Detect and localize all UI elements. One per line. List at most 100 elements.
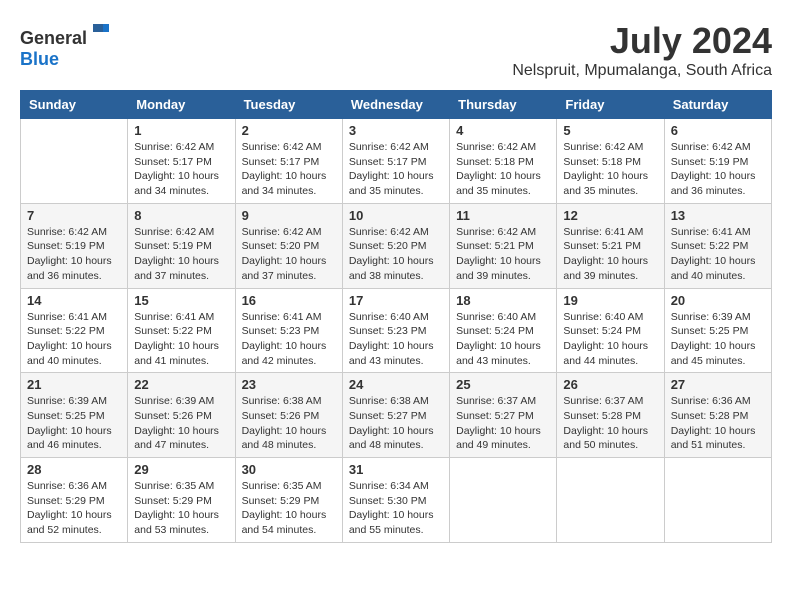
- day-number: 9: [242, 208, 336, 223]
- day-number: 10: [349, 208, 443, 223]
- day-number: 24: [349, 377, 443, 392]
- day-number: 29: [134, 462, 228, 477]
- day-number: 31: [349, 462, 443, 477]
- day-info: Sunrise: 6:36 AM Sunset: 5:29 PM Dayligh…: [27, 479, 121, 538]
- week-row-5: 28 Sunrise: 6:36 AM Sunset: 5:29 PM Dayli…: [21, 458, 772, 543]
- day-info: Sunrise: 6:39 AM Sunset: 5:26 PM Dayligh…: [134, 394, 228, 453]
- calendar-table: SundayMondayTuesdayWednesdayThursdayFrid…: [20, 90, 772, 543]
- day-info: Sunrise: 6:38 AM Sunset: 5:26 PM Dayligh…: [242, 394, 336, 453]
- day-info: Sunrise: 6:41 AM Sunset: 5:21 PM Dayligh…: [563, 225, 657, 284]
- weekday-header-wednesday: Wednesday: [342, 91, 449, 119]
- day-number: 27: [671, 377, 765, 392]
- title-area: July 2024 Nelspruit, Mpumalanga, South A…: [512, 20, 772, 80]
- logo-blue: Blue: [20, 49, 59, 69]
- weekday-header-saturday: Saturday: [664, 91, 771, 119]
- weekday-header-sunday: Sunday: [21, 91, 128, 119]
- week-row-3: 14 Sunrise: 6:41 AM Sunset: 5:22 PM Dayli…: [21, 288, 772, 373]
- weekday-header-friday: Friday: [557, 91, 664, 119]
- day-info: Sunrise: 6:42 AM Sunset: 5:20 PM Dayligh…: [242, 225, 336, 284]
- logo-text: General Blue: [20, 20, 113, 70]
- day-number: 22: [134, 377, 228, 392]
- calendar-cell: 7 Sunrise: 6:42 AM Sunset: 5:19 PM Daylig…: [21, 203, 128, 288]
- day-number: 4: [456, 123, 550, 138]
- calendar-cell: 2Sunrise: 6:42 AM Sunset: 5:17 PM Daylig…: [235, 119, 342, 204]
- day-number: 28: [27, 462, 121, 477]
- calendar-cell: 12Sunrise: 6:41 AM Sunset: 5:21 PM Dayli…: [557, 203, 664, 288]
- calendar-cell: 8Sunrise: 6:42 AM Sunset: 5:19 PM Daylig…: [128, 203, 235, 288]
- day-number: 16: [242, 293, 336, 308]
- day-info: Sunrise: 6:34 AM Sunset: 5:30 PM Dayligh…: [349, 479, 443, 538]
- calendar-cell: [21, 119, 128, 204]
- day-info: Sunrise: 6:42 AM Sunset: 5:19 PM Dayligh…: [671, 140, 765, 199]
- calendar-cell: 9 Sunrise: 6:42 AM Sunset: 5:20 PM Daylig…: [235, 203, 342, 288]
- calendar-cell: 17Sunrise: 6:40 AM Sunset: 5:23 PM Dayli…: [342, 288, 449, 373]
- weekday-header-tuesday: Tuesday: [235, 91, 342, 119]
- day-number: 5: [563, 123, 657, 138]
- calendar-cell: 30Sunrise: 6:35 AM Sunset: 5:29 PM Dayli…: [235, 458, 342, 543]
- day-info: Sunrise: 6:35 AM Sunset: 5:29 PM Dayligh…: [242, 479, 336, 538]
- day-info: Sunrise: 6:40 AM Sunset: 5:24 PM Dayligh…: [456, 310, 550, 369]
- day-number: 19: [563, 293, 657, 308]
- day-number: 7: [27, 208, 121, 223]
- day-number: 11: [456, 208, 550, 223]
- day-number: 6: [671, 123, 765, 138]
- day-info: Sunrise: 6:39 AM Sunset: 5:25 PM Dayligh…: [671, 310, 765, 369]
- day-number: 13: [671, 208, 765, 223]
- day-info: Sunrise: 6:42 AM Sunset: 5:21 PM Dayligh…: [456, 225, 550, 284]
- day-number: 20: [671, 293, 765, 308]
- logo-flag-icon: [89, 20, 113, 44]
- day-number: 3: [349, 123, 443, 138]
- day-info: Sunrise: 6:36 AM Sunset: 5:28 PM Dayligh…: [671, 394, 765, 453]
- week-row-4: 21Sunrise: 6:39 AM Sunset: 5:25 PM Dayli…: [21, 373, 772, 458]
- calendar-cell: 3 Sunrise: 6:42 AM Sunset: 5:17 PM Daylig…: [342, 119, 449, 204]
- day-info: Sunrise: 6:35 AM Sunset: 5:29 PM Dayligh…: [134, 479, 228, 538]
- weekday-header-row: SundayMondayTuesdayWednesdayThursdayFrid…: [21, 91, 772, 119]
- day-number: 8: [134, 208, 228, 223]
- day-info: Sunrise: 6:40 AM Sunset: 5:24 PM Dayligh…: [563, 310, 657, 369]
- calendar-cell: 6 Sunrise: 6:42 AM Sunset: 5:19 PM Daylig…: [664, 119, 771, 204]
- calendar-cell: 24 Sunrise: 6:38 AM Sunset: 5:27 PM Dayli…: [342, 373, 449, 458]
- day-number: 26: [563, 377, 657, 392]
- day-info: Sunrise: 6:38 AM Sunset: 5:27 PM Dayligh…: [349, 394, 443, 453]
- day-number: 15: [134, 293, 228, 308]
- day-info: Sunrise: 6:42 AM Sunset: 5:20 PM Dayligh…: [349, 225, 443, 284]
- calendar-cell: 18 Sunrise: 6:40 AM Sunset: 5:24 PM Dayli…: [450, 288, 557, 373]
- day-number: 21: [27, 377, 121, 392]
- day-number: 14: [27, 293, 121, 308]
- week-row-2: 7 Sunrise: 6:42 AM Sunset: 5:19 PM Daylig…: [21, 203, 772, 288]
- day-info: Sunrise: 6:37 AM Sunset: 5:28 PM Dayligh…: [563, 394, 657, 453]
- calendar-cell: 4Sunrise: 6:42 AM Sunset: 5:18 PM Daylig…: [450, 119, 557, 204]
- calendar-cell: 23 Sunrise: 6:38 AM Sunset: 5:26 PM Dayli…: [235, 373, 342, 458]
- calendar-cell: 26 Sunrise: 6:37 AM Sunset: 5:28 PM Dayli…: [557, 373, 664, 458]
- week-row-1: 1Sunrise: 6:42 AM Sunset: 5:17 PM Daylig…: [21, 119, 772, 204]
- day-number: 18: [456, 293, 550, 308]
- calendar-cell: 14 Sunrise: 6:41 AM Sunset: 5:22 PM Dayli…: [21, 288, 128, 373]
- day-info: Sunrise: 6:41 AM Sunset: 5:22 PM Dayligh…: [671, 225, 765, 284]
- calendar-cell: 15Sunrise: 6:41 AM Sunset: 5:22 PM Dayli…: [128, 288, 235, 373]
- header: General Blue July 2024 Nelspruit, Mpumal…: [20, 20, 772, 80]
- day-info: Sunrise: 6:41 AM Sunset: 5:22 PM Dayligh…: [27, 310, 121, 369]
- calendar-cell: 16Sunrise: 6:41 AM Sunset: 5:23 PM Dayli…: [235, 288, 342, 373]
- calendar-cell: 19 Sunrise: 6:40 AM Sunset: 5:24 PM Dayli…: [557, 288, 664, 373]
- day-number: 2: [242, 123, 336, 138]
- calendar-cell: 25 Sunrise: 6:37 AM Sunset: 5:27 PM Dayli…: [450, 373, 557, 458]
- day-number: 23: [242, 377, 336, 392]
- calendar-cell: [557, 458, 664, 543]
- calendar-cell: 20 Sunrise: 6:39 AM Sunset: 5:25 PM Dayli…: [664, 288, 771, 373]
- calendar-cell: 1Sunrise: 6:42 AM Sunset: 5:17 PM Daylig…: [128, 119, 235, 204]
- calendar-cell: 5 Sunrise: 6:42 AM Sunset: 5:18 PM Daylig…: [557, 119, 664, 204]
- day-info: Sunrise: 6:42 AM Sunset: 5:17 PM Dayligh…: [349, 140, 443, 199]
- calendar-cell: 10 Sunrise: 6:42 AM Sunset: 5:20 PM Dayli…: [342, 203, 449, 288]
- weekday-header-monday: Monday: [128, 91, 235, 119]
- logo: General Blue: [20, 20, 113, 70]
- day-info: Sunrise: 6:42 AM Sunset: 5:18 PM Dayligh…: [563, 140, 657, 199]
- day-info: Sunrise: 6:40 AM Sunset: 5:23 PM Dayligh…: [349, 310, 443, 369]
- day-info: Sunrise: 6:42 AM Sunset: 5:19 PM Dayligh…: [27, 225, 121, 284]
- calendar-cell: 28 Sunrise: 6:36 AM Sunset: 5:29 PM Dayli…: [21, 458, 128, 543]
- day-info: Sunrise: 6:37 AM Sunset: 5:27 PM Dayligh…: [456, 394, 550, 453]
- calendar-cell: 11 Sunrise: 6:42 AM Sunset: 5:21 PM Dayli…: [450, 203, 557, 288]
- weekday-header-thursday: Thursday: [450, 91, 557, 119]
- calendar-cell: 29 Sunrise: 6:35 AM Sunset: 5:29 PM Dayli…: [128, 458, 235, 543]
- logo-general: General: [20, 28, 87, 48]
- day-number: 25: [456, 377, 550, 392]
